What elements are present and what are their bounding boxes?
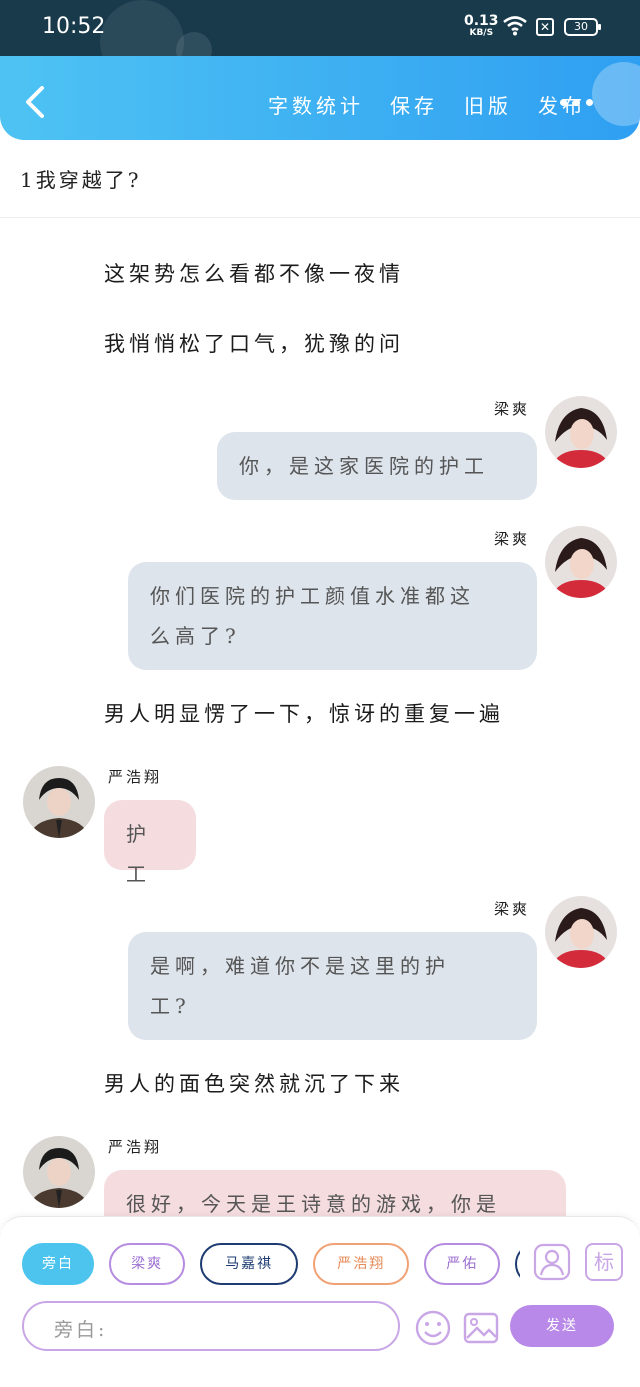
speaker-name: 梁爽 — [494, 900, 531, 918]
chat-area: 这架势怎么看都不像一夜情 我悄悄松了口气，犹豫的问 梁爽 你，是这家医院的护工 … — [0, 218, 640, 1218]
decorative-bubble — [100, 0, 184, 56]
message-bubble[interactable]: 你，是这家医院的护工 — [217, 432, 537, 500]
message-text: 很好，今天是王诗意的游戏，你是 — [126, 1192, 501, 1216]
decorative-bubble — [176, 32, 212, 56]
speaker-name: 严浩翔 — [108, 1138, 163, 1156]
message-text: 么高了? — [150, 624, 241, 648]
more-options-icon[interactable] — [560, 92, 600, 112]
avatar-liangshuang[interactable] — [545, 896, 617, 968]
narration-line[interactable]: 男人明显愣了一下，惊讶的重复一遍 — [104, 698, 504, 728]
message-text: 你，是这家医院的护工 — [239, 454, 489, 478]
role-chip-yanhaoxiang[interactable]: 严浩翔 — [313, 1243, 410, 1285]
role-chip-majiaqi[interactable]: 马嘉祺 — [200, 1243, 299, 1285]
emoji-icon[interactable] — [414, 1309, 452, 1347]
role-chip-more[interactable] — [515, 1243, 520, 1285]
net-speed: 0.13 KB/S — [464, 14, 499, 38]
message-bubble[interactable]: 护工 — [104, 800, 196, 886]
message-text: 工? — [150, 994, 191, 1018]
avatar-liangshuang[interactable] — [545, 396, 617, 468]
message-bubble[interactable]: 很好，今天是王诗意的游戏，你是 — [104, 1170, 566, 1218]
chapter-title[interactable]: 1我穿越了? — [20, 164, 141, 193]
avatar-yanhaoxiang[interactable] — [23, 766, 95, 838]
speaker-name: 梁爽 — [494, 530, 531, 548]
save-button[interactable]: 保存 — [390, 90, 438, 119]
avatar-yanhaoxiang[interactable] — [23, 1136, 95, 1208]
status-bar: 10:52 0.13 KB/S ✕ 30 — [0, 0, 640, 56]
narration-line[interactable]: 我悄悄松了口气，犹豫的问 — [104, 328, 404, 358]
role-selector: 旁白 梁爽 马嘉祺 严浩翔 严佑 — [22, 1243, 520, 1285]
wifi-icon — [503, 16, 527, 36]
role-chip-narration[interactable]: 旁白 — [22, 1243, 94, 1285]
message-bubble[interactable]: 你们医院的护工颜值水准都这 么高了? — [128, 562, 537, 670]
narration-line[interactable]: 这架势怎么看都不像一夜情 — [104, 258, 404, 288]
header-actions: 字数统计 保存 旧版 发布 — [268, 90, 586, 119]
word-count-button[interactable]: 字数统计 — [268, 90, 364, 119]
speaker-name: 梁爽 — [494, 400, 531, 418]
message-text: 是啊，难道你不是这里的护 — [150, 954, 450, 978]
battery-indicator: 30 — [564, 18, 601, 36]
avatar-liangshuang[interactable] — [545, 526, 617, 598]
message-text: 你们医院的护工颜值水准都这 — [150, 584, 475, 608]
tag-icon[interactable]: 标 — [585, 1243, 623, 1281]
net-speed-unit: KB/S — [469, 28, 494, 38]
status-time: 10:52 — [42, 14, 106, 39]
net-speed-value: 0.13 — [464, 13, 499, 29]
narration-line[interactable]: 男人的面色突然就沉了下来 — [104, 1068, 404, 1098]
add-character-icon[interactable] — [533, 1243, 571, 1281]
message-bubble[interactable]: 是啊，难道你不是这里的护 工? — [128, 932, 537, 1040]
old-version-button[interactable]: 旧版 — [464, 90, 512, 119]
message-input[interactable]: 旁白: — [22, 1301, 400, 1351]
composer-panel: 旁白 梁爽 马嘉祺 严浩翔 严佑 标 旁白: 发送 — [0, 1216, 640, 1387]
role-chip-yanyou[interactable]: 严佑 — [424, 1243, 501, 1285]
no-sim-icon: ✕ — [536, 18, 554, 36]
image-icon[interactable] — [462, 1309, 500, 1347]
speaker-name: 严浩翔 — [108, 768, 163, 786]
role-chip-liangshuang[interactable]: 梁爽 — [109, 1243, 186, 1285]
app-header: 字数统计 保存 旧版 发布 — [0, 56, 640, 140]
message-text: 护工 — [126, 822, 151, 886]
send-button[interactable]: 发送 — [510, 1305, 614, 1347]
back-arrow-icon[interactable] — [22, 84, 50, 120]
